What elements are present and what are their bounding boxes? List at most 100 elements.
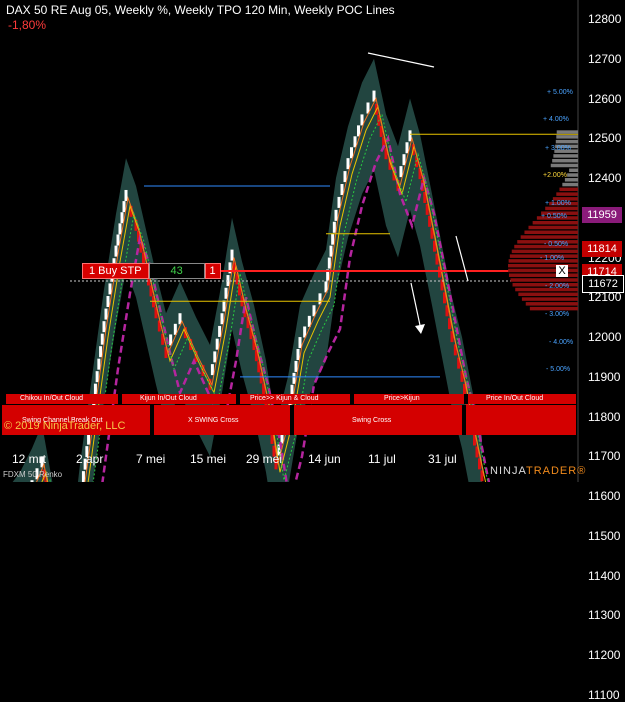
price-axis-label: 12500 <box>588 131 622 146</box>
chart-title: DAX 50 RE Aug 05, Weekly %, Weekly TPO 1… <box>6 3 395 17</box>
panel-label: Price>> Kijun & Cloud <box>250 395 319 402</box>
percent-change: -1,80% <box>8 18 47 32</box>
percent-level-label: - 5.00% <box>546 366 571 373</box>
renko-brick <box>218 325 222 337</box>
tpo-bar <box>529 306 578 311</box>
renko-brick <box>332 221 336 233</box>
renko-brick <box>124 189 128 201</box>
renko-brick <box>405 142 409 154</box>
date-axis-label: 29 mei <box>246 452 283 466</box>
tpo-bar <box>525 302 578 306</box>
renko-brick <box>402 154 406 166</box>
renko-brick <box>399 166 403 178</box>
percent-level-label: + 3.00% <box>545 145 571 152</box>
price-axis-label: 11400 <box>588 568 621 583</box>
price-axis-label: 12700 <box>588 51 622 66</box>
percent-level-label: - 0.50% <box>544 241 569 248</box>
date-axis-label: 14 jun <box>308 452 341 466</box>
renko-brick <box>116 234 120 246</box>
renko-brick <box>210 364 214 376</box>
tpo-bar <box>556 192 578 196</box>
renko-brick <box>337 196 341 208</box>
brand-right: TRADER® <box>525 465 587 477</box>
percent-level-label: - 3.00% <box>545 311 570 318</box>
buy-stop-order-button[interactable]: 1 Buy STP <box>82 263 149 279</box>
renko-brick <box>104 308 108 320</box>
panel-label: Swing Cross <box>352 417 392 424</box>
tpo-bar <box>511 249 578 254</box>
panel-label: Chikou In/Out Cloud <box>20 395 84 402</box>
renko-brick <box>230 249 234 261</box>
price-axis-label: 11500 <box>588 528 621 543</box>
price-axis-label: 12000 <box>588 330 622 345</box>
tpo-bar <box>552 158 578 163</box>
renko-brick <box>99 346 103 358</box>
tpo-bar <box>556 135 578 139</box>
percent-level-label: + 0.50% <box>541 213 567 220</box>
renko-brick <box>296 349 300 361</box>
price-axis-label: 11100 <box>588 687 620 702</box>
tpo-bar <box>528 225 578 230</box>
order-quantity-field[interactable]: 43 <box>148 263 205 279</box>
renko-brick <box>298 337 302 349</box>
renko-brick <box>329 245 333 257</box>
trendline-down <box>455 235 469 282</box>
percent-level-label: - 1.00% <box>540 255 565 262</box>
cancel-order-icon[interactable]: X <box>556 265 568 277</box>
arrow-shaft <box>410 282 422 331</box>
renko-brick <box>100 333 104 345</box>
brand-left: NINJA <box>490 465 526 477</box>
price-axis-label: 11800 <box>588 409 621 424</box>
renko-brick <box>222 300 226 312</box>
renko-brick <box>87 433 91 445</box>
renko-brick <box>331 233 335 245</box>
order-count[interactable]: 1 <box>204 263 221 279</box>
renko-brick <box>327 257 331 269</box>
panel-label: X SWING Cross <box>188 417 239 424</box>
percent-level-label: + 4.00% <box>543 116 569 123</box>
tpo-bar <box>562 182 578 187</box>
renko-brick <box>118 223 122 235</box>
arrow-head <box>415 324 425 334</box>
date-axis-label: 15 mei <box>190 452 227 466</box>
renko-brick <box>224 287 228 299</box>
tpo-bar <box>545 206 578 211</box>
renko-brick <box>97 358 101 370</box>
renko-brick <box>343 171 347 183</box>
renko-brick <box>81 471 85 482</box>
percent-level-label: - 4.00% <box>549 339 574 346</box>
renko-brick <box>93 383 97 395</box>
price-axis-label: 12600 <box>588 91 622 106</box>
renko-brick <box>346 158 350 170</box>
renko-brick <box>122 201 126 213</box>
renko-brick <box>108 283 112 295</box>
price-tag: 11814 <box>582 241 622 257</box>
percent-level-label: +2.00% <box>543 172 567 179</box>
price-tag: 11672 <box>582 275 624 293</box>
panel-label: Price>Kijun <box>384 395 420 402</box>
date-axis-label: 12 mrt <box>12 452 47 466</box>
date-axis-label: 2 apr <box>76 452 104 466</box>
renko-brick <box>106 295 110 307</box>
renko-brick <box>408 130 412 142</box>
tpo-bar <box>532 220 578 225</box>
tpo-bar <box>569 168 578 172</box>
percent-level-label: + 5.00% <box>547 89 573 96</box>
chart-window[interactable]: DAX 50 RE Aug 05, Weekly %, Weekly TPO 1… <box>0 0 625 702</box>
order-bar[interactable]: 1 Buy STP 43 1 <box>82 263 221 279</box>
price-axis-label: 12800 <box>588 12 622 26</box>
tpo-bar <box>553 154 578 158</box>
tpo-bar <box>520 235 578 239</box>
renko-brick <box>292 372 296 384</box>
date-axis-label: 11 jul <box>368 452 396 466</box>
tpo-bar <box>559 187 578 192</box>
renko-brick <box>334 209 338 221</box>
price-tag: 11959 <box>582 207 622 223</box>
instrument-name: FDXM 50 Renko <box>3 470 63 479</box>
tpo-bar <box>524 230 578 235</box>
price-axis-label: 11300 <box>588 608 621 623</box>
renko-brick <box>294 360 298 372</box>
renko-brick <box>114 245 118 257</box>
price-chart-canvas[interactable] <box>0 0 625 482</box>
panel-label: Kijun In/Out Cloud <box>140 395 197 402</box>
